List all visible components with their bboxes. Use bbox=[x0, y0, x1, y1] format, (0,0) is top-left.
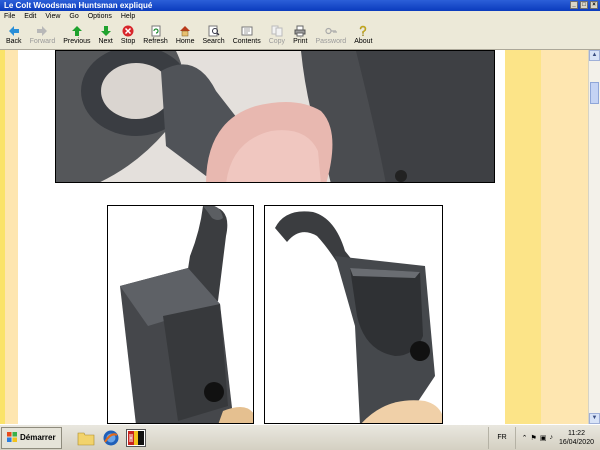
left-decoration-stripe bbox=[0, 50, 5, 424]
menu-bar: File Edit View Go Options Help bbox=[0, 11, 600, 23]
arrow-right-icon bbox=[36, 25, 48, 37]
content-area bbox=[0, 50, 600, 424]
menu-options[interactable]: Options bbox=[84, 11, 117, 23]
flag-icon[interactable]: ⚑ bbox=[531, 434, 537, 442]
refresh-icon bbox=[150, 25, 162, 37]
tray-icons: ⌃ ⚑ ▣ ♪ bbox=[516, 434, 559, 442]
menu-file[interactable]: File bbox=[0, 11, 20, 23]
windows-logo-icon bbox=[7, 431, 17, 444]
taskbar: Démarrer FR ⌃ ⚑ ▣ ♪ 11:22 16/04/2020 bbox=[0, 424, 600, 450]
photo-pistol-grip-trigger bbox=[55, 50, 495, 183]
about-button[interactable]: About bbox=[350, 23, 376, 49]
menu-help[interactable]: Help bbox=[117, 11, 140, 23]
refresh-button[interactable]: Refresh bbox=[139, 23, 172, 49]
previous-button[interactable]: Previous bbox=[59, 23, 94, 49]
chevron-up-icon[interactable]: ⌃ bbox=[522, 434, 528, 442]
stop-icon bbox=[122, 25, 134, 37]
print-button[interactable]: Print bbox=[289, 23, 311, 49]
clock[interactable]: 11:22 16/04/2020 bbox=[559, 429, 600, 447]
copy-icon bbox=[271, 25, 283, 37]
window-title: Le Colt Woodsman Huntsman expliqué bbox=[4, 1, 153, 10]
toolbar: Back Forward Previous Next Stop Refresh bbox=[0, 23, 600, 50]
start-label: Démarrer bbox=[20, 433, 56, 442]
vertical-scrollbar[interactable]: ▲ ▼ bbox=[588, 50, 600, 424]
menu-view[interactable]: View bbox=[41, 11, 65, 23]
print-icon bbox=[294, 25, 306, 37]
home-button[interactable]: Home bbox=[172, 23, 199, 49]
search-button[interactable]: Search bbox=[199, 23, 229, 49]
key-icon bbox=[325, 25, 337, 37]
network-icon[interactable]: ▣ bbox=[540, 434, 547, 442]
about-icon bbox=[357, 25, 369, 37]
menu-edit[interactable]: Edit bbox=[20, 11, 41, 23]
close-button[interactable]: × bbox=[590, 1, 598, 9]
volume-icon[interactable]: ♪ bbox=[549, 434, 553, 442]
arrow-up-icon bbox=[71, 25, 83, 37]
window-controls: _ □ × bbox=[570, 1, 598, 9]
language-indicator[interactable]: FR bbox=[488, 427, 516, 449]
start-button[interactable]: Démarrer bbox=[1, 426, 62, 449]
stop-button[interactable]: Stop bbox=[117, 23, 139, 49]
photo-trigger-front-view bbox=[264, 205, 443, 424]
clock-time: 11:22 bbox=[567, 430, 585, 437]
back-button[interactable]: Back bbox=[2, 23, 26, 49]
next-button[interactable]: Next bbox=[94, 23, 116, 49]
forward-button[interactable]: Forward bbox=[26, 23, 60, 49]
document-page bbox=[18, 50, 505, 424]
photo-trigger-side-view bbox=[107, 205, 254, 424]
quick-launch bbox=[76, 428, 146, 447]
copy-button[interactable]: Copy bbox=[265, 23, 289, 49]
home-icon bbox=[179, 25, 191, 37]
arrow-left-icon bbox=[8, 25, 20, 37]
arrow-down-icon bbox=[100, 25, 112, 37]
maximize-button[interactable]: □ bbox=[580, 1, 588, 9]
right-decoration-stripe bbox=[505, 50, 541, 424]
contents-button[interactable]: Contents bbox=[229, 23, 265, 49]
minimize-button[interactable]: _ bbox=[570, 1, 578, 9]
search-icon bbox=[208, 25, 220, 37]
system-tray: FR ⌃ ⚑ ▣ ♪ 11:22 16/04/2020 bbox=[488, 425, 600, 450]
password-button[interactable]: Password bbox=[311, 23, 350, 49]
menu-go[interactable]: Go bbox=[65, 11, 83, 23]
folder-icon[interactable] bbox=[76, 429, 96, 447]
scrollbar-thumb[interactable] bbox=[590, 82, 599, 104]
scroll-down-arrow-icon[interactable]: ▼ bbox=[589, 413, 600, 424]
browser-icon[interactable] bbox=[101, 429, 121, 447]
scroll-up-arrow-icon[interactable]: ▲ bbox=[589, 50, 600, 61]
clock-date: 16/04/2020 bbox=[558, 439, 594, 446]
contents-icon bbox=[241, 25, 253, 37]
help-app-icon[interactable] bbox=[125, 428, 146, 447]
title-bar: Le Colt Woodsman Huntsman expliqué _ □ × bbox=[0, 0, 600, 11]
